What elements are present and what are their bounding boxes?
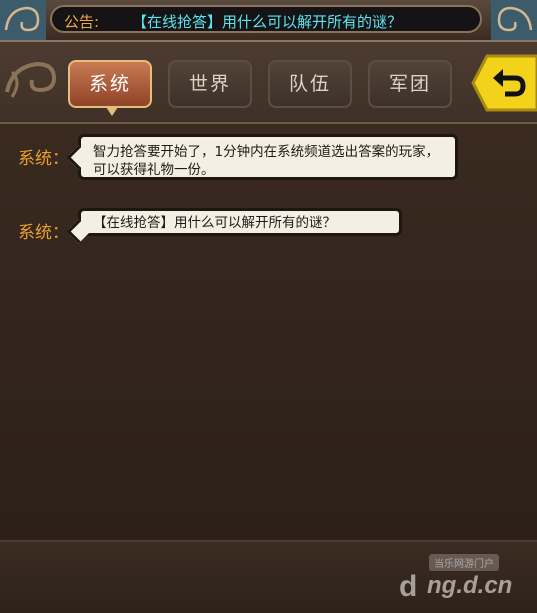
channel-tabs: 系统 世界 队伍 军团 [0, 42, 537, 124]
announcement-message: 【在线抢答】用什么可以解开所有的谜？ [132, 13, 403, 31]
announcement-bar: 公告: 【在线抢答】用什么可以解开所有的谜？ [0, 0, 537, 42]
chat-message-list[interactable]: 系统： 智力抢答要开始了，1分钟内在系统频道选出答案的玩家，可以获得礼物一份。 … [0, 124, 537, 540]
watermark: d 当乐网游门户 ng.d.cn [399, 554, 519, 606]
tab-team[interactable]: 队伍 [268, 60, 352, 108]
message-bubble: 【在线抢答】用什么可以解开所有的谜？ [78, 208, 402, 236]
tab-legion[interactable]: 军团 [368, 60, 452, 108]
scroll-ornament-icon [5, 61, 57, 98]
back-button[interactable] [471, 54, 537, 112]
message-sender: 系统： [18, 223, 69, 243]
tab-world[interactable]: 世界 [168, 60, 252, 108]
watermark-logo-icon: d [399, 570, 418, 603]
corner-ornament-icon [0, 0, 46, 40]
announcement-label: 公告: [64, 13, 100, 31]
message-bubble: 智力抢答要开始了，1分钟内在系统频道选出答案的玩家，可以获得礼物一份。 [78, 134, 458, 180]
watermark-tag: 当乐网游门户 [429, 554, 499, 571]
chat-window: 公告: 【在线抢答】用什么可以解开所有的谜？ 系统 世界 队伍 军团 系统： 智… [0, 0, 537, 613]
message-sender: 系统： [18, 149, 69, 169]
tab-system[interactable]: 系统 [68, 60, 152, 116]
announcement-box: 公告: 【在线抢答】用什么可以解开所有的谜？ [50, 5, 482, 33]
watermark-url: ng.d.cn [427, 572, 513, 599]
chat-input-bar: d 当乐网游门户 ng.d.cn [0, 540, 537, 613]
corner-ornament-icon [491, 0, 537, 40]
